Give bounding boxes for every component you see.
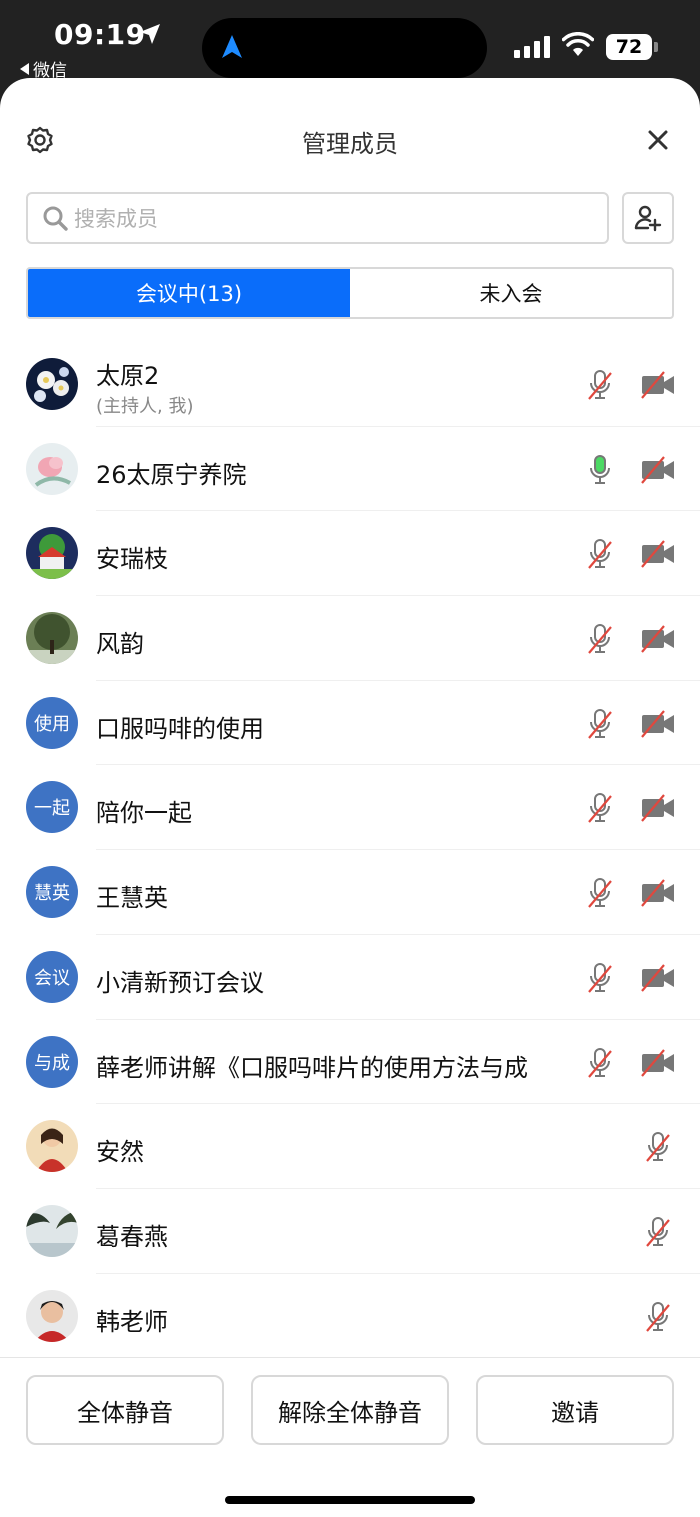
camera-off-icon[interactable] — [640, 540, 676, 569]
mic-muted-icon[interactable] — [644, 1215, 672, 1249]
camera-off-icon[interactable] — [640, 879, 676, 907]
camera-off-icon[interactable] — [640, 710, 676, 738]
member-name: 韩老师 — [96, 1307, 168, 1336]
mic-muted-icon[interactable] — [586, 537, 614, 571]
avatar — [26, 1289, 78, 1342]
mic-muted-icon[interactable] — [644, 1300, 672, 1334]
invite-button[interactable]: 邀请 — [476, 1375, 674, 1445]
avatar: 与成 — [26, 1035, 78, 1088]
camera-off-icon[interactable] — [640, 794, 676, 823]
add-member-button[interactable] — [622, 192, 674, 244]
member-row[interactable]: 26太原宁养院 — [0, 427, 700, 512]
member-row[interactable]: 一起 陪你一起 — [0, 765, 700, 851]
member-row[interactable]: 太原2 (主持人, 我) — [0, 342, 700, 427]
member-name: 安瑞枝 — [96, 545, 168, 574]
avatar — [26, 358, 78, 410]
mic-muted-icon[interactable] — [586, 1046, 614, 1080]
member-name: 葛春燕 — [96, 1222, 168, 1251]
member-name: 小清新预订会议 — [96, 968, 264, 997]
sheet-header: 管理成员 — [0, 78, 700, 202]
avatar — [26, 527, 78, 580]
avatar: 慧英 — [26, 866, 78, 919]
member-role: (主持人, 我) — [96, 396, 194, 417]
camera-off-icon[interactable] — [640, 625, 676, 653]
member-row[interactable]: 韩老师 — [0, 1274, 700, 1359]
mic-active-icon[interactable] — [586, 453, 614, 487]
cellular-signal-icon — [514, 36, 550, 58]
mic-muted-icon[interactable] — [586, 791, 614, 825]
search-placeholder: 搜索成员 — [74, 207, 158, 231]
member-row[interactable]: 与成 薛老师讲解《口服吗啡片的使用方法与成 — [0, 1020, 700, 1105]
manage-members-sheet: 管理成员 搜索成员 会议中(13) 未入会 太原2 (主持人, 我) 26太原宁… — [0, 78, 700, 1517]
wifi-icon — [562, 32, 594, 56]
member-name: 口服吗啡的使用 — [96, 714, 264, 743]
member-row[interactable]: 风韵 — [0, 596, 700, 681]
search-icon — [43, 206, 68, 231]
camera-off-icon[interactable] — [640, 964, 676, 992]
search-input[interactable]: 搜索成员 — [26, 192, 609, 244]
camera-off-icon[interactable] — [640, 1048, 676, 1077]
member-row[interactable]: 安瑞枝 — [0, 511, 700, 597]
avatar: 会议 — [26, 950, 78, 1003]
member-row[interactable]: 使用 口服吗啡的使用 — [0, 681, 700, 766]
tab-not-joined[interactable]: 未入会 — [350, 269, 672, 317]
avatar — [26, 1204, 78, 1257]
member-row[interactable]: 会议 小清新预订会议 — [0, 935, 700, 1020]
navigation-arrow-icon — [222, 35, 242, 58]
member-row[interactable]: 安然 — [0, 1104, 700, 1189]
battery-tip — [654, 42, 658, 52]
avatar — [26, 612, 78, 665]
dynamic-island — [202, 18, 487, 78]
avatar — [26, 1120, 78, 1173]
avatar: 使用 — [26, 696, 78, 749]
avatar — [26, 442, 78, 495]
add-user-icon — [634, 205, 662, 232]
camera-off-icon[interactable] — [640, 371, 676, 399]
member-name: 陪你一起 — [96, 799, 192, 828]
status-time: 09:19 — [54, 18, 146, 51]
home-indicator[interactable] — [225, 1496, 475, 1504]
sheet-title: 管理成员 — [302, 130, 398, 158]
member-name: 薛老师讲解《口服吗啡片的使用方法与成 — [96, 1053, 528, 1082]
avatar: 一起 — [26, 781, 78, 834]
close-icon[interactable] — [646, 128, 670, 152]
member-name: 26太原宁养院 — [96, 460, 247, 489]
member-list: 太原2 (主持人, 我) 26太原宁养院 安瑞枝 风韵 使用 口服吗啡的使用 一… — [0, 342, 700, 1359]
back-triangle-icon — [20, 62, 29, 75]
mic-muted-icon[interactable] — [586, 368, 614, 402]
member-name: 安然 — [96, 1138, 144, 1167]
member-row[interactable]: 慧英 王慧英 — [0, 850, 700, 935]
member-row[interactable]: 葛春燕 — [0, 1189, 700, 1274]
mic-muted-icon[interactable] — [586, 707, 614, 741]
member-name: 风韵 — [96, 630, 144, 659]
tab-in-meeting[interactable]: 会议中(13) — [28, 269, 350, 317]
mic-muted-icon[interactable] — [644, 1130, 672, 1164]
mute-all-button[interactable]: 全体静音 — [26, 1375, 224, 1445]
battery-level: 72 — [606, 34, 652, 60]
member-name: 太原2 — [96, 362, 160, 390]
mic-muted-icon[interactable] — [586, 622, 614, 656]
location-arrow-icon — [140, 24, 160, 44]
unmute-all-button[interactable]: 解除全体静音 — [251, 1375, 449, 1445]
bottom-action-bar: 全体静音 解除全体静音 邀请 — [0, 1357, 700, 1517]
member-name: 王慧英 — [96, 884, 168, 913]
mic-muted-icon[interactable] — [586, 876, 614, 910]
mic-muted-icon[interactable] — [586, 961, 614, 995]
camera-off-icon[interactable] — [640, 455, 676, 484]
member-tabs: 会议中(13) 未入会 — [26, 267, 674, 319]
status-bar: 09:19 微信 72 — [0, 0, 700, 81]
